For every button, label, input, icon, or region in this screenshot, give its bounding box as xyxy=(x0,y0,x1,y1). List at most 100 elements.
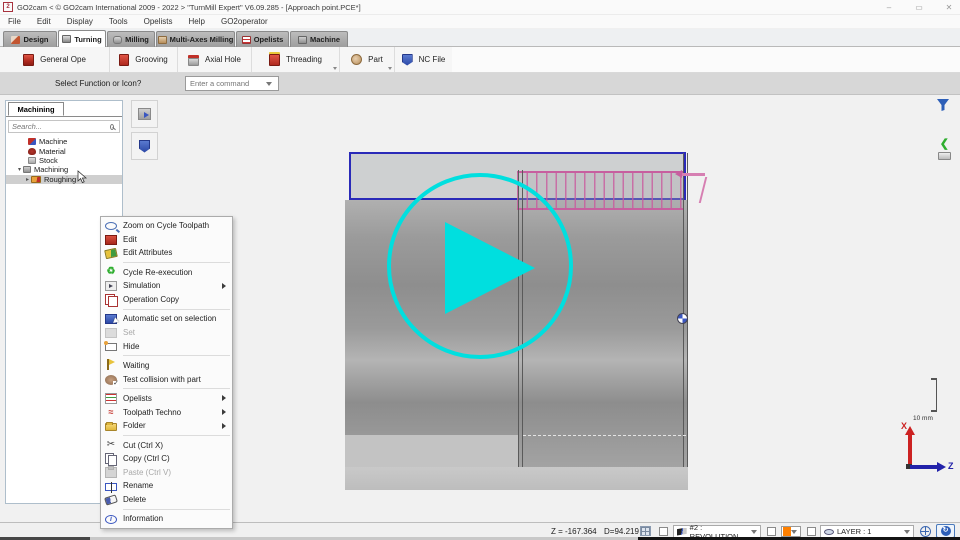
menu-item-zoom-on-cycle-toolpath[interactable]: Zoom on Cycle Toolpath xyxy=(101,219,232,233)
submenu-arrow-icon xyxy=(222,395,226,401)
menu-item-waiting[interactable]: Waiting xyxy=(101,359,232,373)
general-ope-button[interactable]: General Ope xyxy=(0,47,110,72)
color-checkbox[interactable] xyxy=(767,527,776,536)
menu-separator xyxy=(123,309,230,310)
menu-item-set: Set xyxy=(101,326,232,340)
command-combobox[interactable] xyxy=(185,76,279,91)
roughing-node-icon xyxy=(31,176,41,183)
machining-tree: Machine Material Stock ▾ Machining ▸ Rou… xyxy=(6,137,122,184)
zoom-icon xyxy=(105,222,117,230)
expander-open-icon[interactable]: ▾ xyxy=(16,166,23,173)
part-button[interactable]: Part xyxy=(340,47,395,72)
plane-checkbox[interactable] xyxy=(659,527,668,536)
menu-item-edit-attributes[interactable]: Edit Attributes xyxy=(101,246,232,260)
edit-icon xyxy=(105,235,117,245)
axial-hole-icon xyxy=(188,58,199,66)
menu-edit[interactable]: Edit xyxy=(29,17,59,26)
reference-point-marker[interactable] xyxy=(677,313,688,324)
part-icon xyxy=(351,54,362,65)
menu-item-opelists[interactable]: Opelists xyxy=(101,392,232,406)
tab-machine[interactable]: Machine xyxy=(290,31,348,47)
menu-item-rename[interactable]: Rename xyxy=(101,479,232,493)
coordinate-z-readout: Z = -167.364 xyxy=(551,527,597,536)
test-collision-icon xyxy=(105,375,117,385)
close-button[interactable]: ✕ xyxy=(942,3,956,12)
nc-file-button[interactable]: NC File xyxy=(395,47,452,72)
tree-item-stock[interactable]: Stock xyxy=(6,156,122,165)
minimize-button[interactable]: – xyxy=(882,3,896,12)
menu-item-automatic-set[interactable]: Automatic set on selection xyxy=(101,312,232,326)
chevron-down-icon[interactable] xyxy=(266,82,272,86)
maximize-button[interactable]: ▭ xyxy=(912,3,926,12)
part-left-cut-region xyxy=(345,435,519,467)
menu-item-hide[interactable]: Hide xyxy=(101,339,232,353)
nc-quick-button[interactable] xyxy=(131,132,158,160)
general-ope-icon xyxy=(23,54,34,66)
card-icon[interactable] xyxy=(938,152,951,160)
layer-checkbox[interactable] xyxy=(807,527,816,536)
grid-toggle-icon[interactable] xyxy=(640,526,651,536)
turning-chuck-icon xyxy=(62,35,71,43)
menu-separator xyxy=(123,355,230,356)
tab-machining-panel[interactable]: Machining xyxy=(8,102,64,116)
menu-item-toolpath-techno[interactable]: ≈ Toolpath Techno xyxy=(101,405,232,419)
menu-item-information[interactable]: i Information xyxy=(101,512,232,526)
threading-button[interactable]: Threading xyxy=(252,47,340,72)
menu-item-paste: Paste (Ctrl V) xyxy=(101,465,232,479)
green-chevron-icon[interactable]: ❮ xyxy=(940,137,949,150)
threading-dropdown-arrow-icon[interactable] xyxy=(333,67,337,70)
part-dropdown-arrow-icon[interactable] xyxy=(388,67,392,70)
milling-tool-icon xyxy=(113,36,122,44)
toolpath-arrow-icon xyxy=(681,173,705,176)
title-bar: 2 GO2cam < © GO2cam International 2009 -… xyxy=(0,0,960,15)
menu-item-cut[interactable]: ✂ Cut (Ctrl X) xyxy=(101,438,232,452)
tab-opelists[interactable]: Opelists xyxy=(236,31,289,47)
rename-icon xyxy=(105,483,117,491)
menu-item-edit[interactable]: Edit xyxy=(101,233,232,247)
filter-funnel-icon[interactable] xyxy=(936,98,950,112)
center-dashed-line xyxy=(523,435,686,436)
axis-z-arrow xyxy=(910,465,938,469)
menu-item-delete[interactable]: Delete xyxy=(101,493,232,507)
tab-multi-axes-milling[interactable]: Multi-Axes Milling xyxy=(156,31,235,47)
tab-turning[interactable]: Turning xyxy=(58,30,106,47)
tab-milling[interactable]: Milling xyxy=(107,31,155,47)
layer-eye-icon xyxy=(824,529,834,535)
tree-search-input[interactable] xyxy=(9,122,110,131)
color-swatch-dropdown[interactable] xyxy=(781,526,801,537)
menu-display[interactable]: Display xyxy=(59,17,101,26)
expander-closed-icon[interactable]: ▸ xyxy=(24,176,31,183)
viewport-3d[interactable]: Machining Machine Material Stock ▾ Machi… xyxy=(0,95,960,522)
current-color-swatch xyxy=(783,527,791,536)
menu-item-operation-copy[interactable]: Operation Copy xyxy=(101,293,232,307)
globe-icon[interactable] xyxy=(920,526,931,537)
menu-file[interactable]: File xyxy=(0,17,29,26)
scale-bar xyxy=(930,378,937,412)
grooving-button[interactable]: Grooving xyxy=(110,47,178,72)
axial-hole-button[interactable]: Axial Hole xyxy=(178,47,252,72)
chevron-down-icon xyxy=(791,530,797,534)
help-button[interactable]: ↻ xyxy=(936,524,955,538)
menu-item-copy[interactable]: Copy (Ctrl C) xyxy=(101,452,232,466)
menu-item-folder[interactable]: Folder xyxy=(101,419,232,433)
chevron-down-icon xyxy=(904,530,910,534)
command-input[interactable] xyxy=(186,79,264,88)
automatic-set-icon xyxy=(105,314,117,324)
tab-design[interactable]: Design xyxy=(3,31,57,47)
tree-item-machine[interactable]: Machine xyxy=(6,137,122,146)
menu-opelists[interactable]: Opelists xyxy=(136,17,181,26)
menu-help[interactable]: Help xyxy=(181,17,213,26)
tree-item-material[interactable]: Material xyxy=(6,146,122,155)
menu-item-test-collision[interactable]: Test collision with part xyxy=(101,372,232,386)
menu-tools[interactable]: Tools xyxy=(101,17,136,26)
menu-item-simulation[interactable]: Simulation xyxy=(101,279,232,293)
menu-go2operator[interactable]: GO2operator xyxy=(213,17,276,26)
machining-node-icon xyxy=(23,166,31,173)
tree-item-machining[interactable]: ▾ Machining xyxy=(6,165,122,174)
menu-item-cycle-re-execution[interactable]: ♻ Cycle Re-execution xyxy=(101,266,232,280)
video-play-icon[interactable] xyxy=(445,222,535,314)
tree-item-roughing[interactable]: ▸ Roughing xyxy=(6,175,122,184)
simulation-quick-button[interactable] xyxy=(131,100,158,128)
tree-search-box[interactable] xyxy=(8,120,120,133)
copy-icon xyxy=(105,453,117,465)
